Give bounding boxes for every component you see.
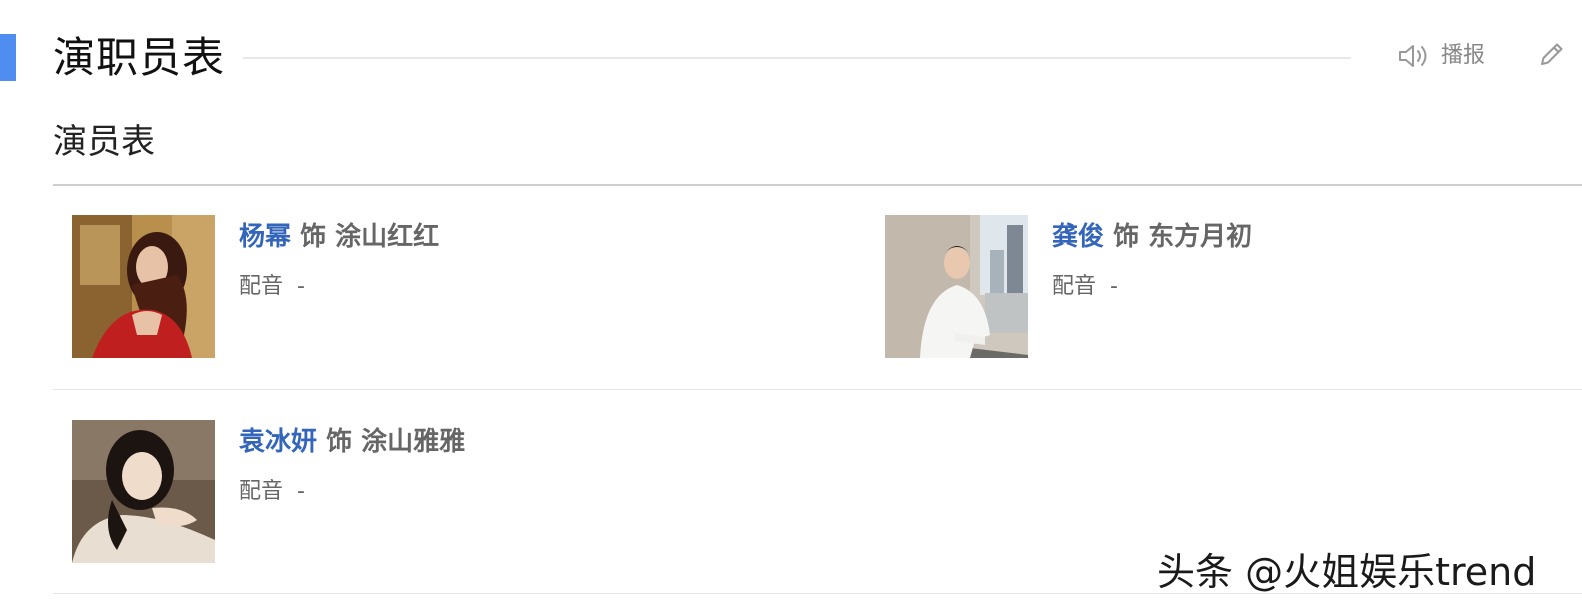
title-divider <box>243 57 1351 59</box>
cast-name-line: 杨幂 饰 涂山红红 <box>239 219 439 255</box>
voice-label: 配音 <box>239 479 284 504</box>
voice-value: - <box>297 479 305 504</box>
actor-name-link[interactable]: 袁冰妍 <box>239 427 317 457</box>
cast-name-line: 龚俊 饰 东方月初 <box>1052 219 1252 255</box>
watermark: 头条 @火姐娱乐trend <box>1156 549 1537 595</box>
actor-photo[interactable] <box>72 215 215 358</box>
as-label: 饰 <box>1113 222 1140 252</box>
as-label: 饰 <box>326 427 353 457</box>
voice-line: 配音 - <box>239 476 305 508</box>
actor-name-link[interactable]: 杨幂 <box>239 222 291 252</box>
pencil-icon[interactable] <box>1537 41 1565 69</box>
voice-line: 配音 - <box>239 271 305 303</box>
cast-crew-page: 演职员表 播报 演员表 杨幂 饰 涂山红红 配音 - 龚俊 饰 东方月初 配音 … <box>0 0 1582 616</box>
actor-photo[interactable] <box>885 215 1028 358</box>
cast-list-divider <box>53 184 1582 186</box>
cast-list-title: 演员表 <box>53 122 155 162</box>
actor-name-link[interactable]: 龚俊 <box>1052 222 1104 252</box>
role-name: 涂山红红 <box>335 222 440 252</box>
voice-line: 配音 - <box>1052 271 1118 303</box>
voice-label: 配音 <box>1052 274 1097 299</box>
section-title: 演职员表 <box>53 33 226 82</box>
voice-value: - <box>1110 274 1118 299</box>
actor-photo[interactable] <box>72 420 215 563</box>
speaker-icon[interactable] <box>1398 43 1430 69</box>
cast-name-line: 袁冰妍 饰 涂山雅雅 <box>239 424 465 460</box>
row-divider <box>53 389 1582 390</box>
cast-item: 龚俊 饰 东方月初 配音 - <box>885 215 1582 360</box>
voice-value: - <box>297 274 305 299</box>
as-label: 饰 <box>300 222 327 252</box>
role-name: 涂山雅雅 <box>361 427 466 457</box>
role-name: 东方月初 <box>1148 222 1253 252</box>
cast-item: 袁冰妍 饰 涂山雅雅 配音 - <box>72 420 772 565</box>
cast-item: 杨幂 饰 涂山红红 配音 - <box>72 215 772 360</box>
voice-label: 配音 <box>239 274 284 299</box>
section-accent-bar <box>0 34 16 81</box>
broadcast-button[interactable]: 播报 <box>1441 40 1485 72</box>
